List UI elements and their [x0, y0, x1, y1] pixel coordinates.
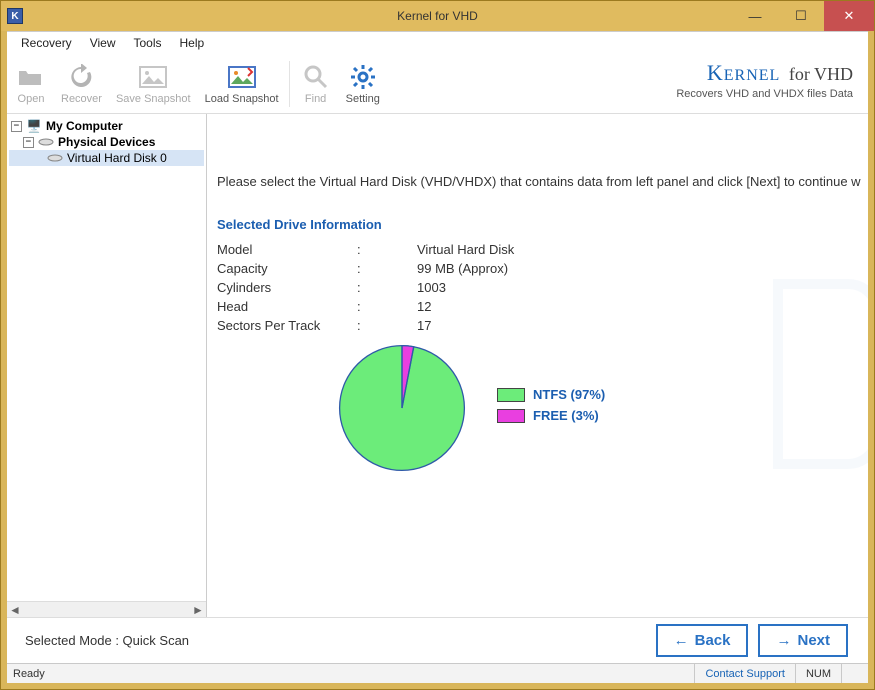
- background-disk-icon: [768, 274, 868, 474]
- tree-label: Virtual Hard Disk 0: [67, 151, 167, 165]
- tree-pane: − 🖥️ My Computer − Physical Devices Virt…: [7, 114, 207, 617]
- toolbar-label: Load Snapshot: [205, 93, 279, 105]
- info-value: 99 MB (Approx): [417, 261, 508, 276]
- scroll-left-icon[interactable]: ◄: [7, 603, 23, 617]
- contact-support-link[interactable]: Contact Support: [705, 668, 785, 680]
- toolbar-label: Setting: [346, 93, 380, 105]
- info-key: Head: [217, 299, 357, 314]
- legend-ntfs: NTFS (97%): [497, 387, 605, 402]
- brand-rest: ERNEL: [724, 67, 781, 84]
- image-icon: [139, 63, 167, 91]
- button-label: Next: [797, 632, 830, 649]
- info-colon: :: [357, 318, 417, 333]
- statusbar: Ready Contact Support NUM: [7, 663, 868, 683]
- collapse-icon[interactable]: −: [23, 137, 34, 148]
- status-num: NUM: [795, 664, 841, 683]
- info-key: Cylinders: [217, 280, 357, 295]
- info-colon: :: [357, 280, 417, 295]
- toolbar-label: Save Snapshot: [116, 93, 191, 105]
- collapse-icon[interactable]: −: [11, 121, 22, 132]
- disk-icon: [38, 136, 54, 148]
- info-value: Virtual Hard Disk: [417, 242, 514, 257]
- search-icon: [302, 63, 330, 91]
- legend-label: FREE (3%): [533, 408, 599, 423]
- brand-logo: KERNEL for VHD Recovers VHD and VHDX fil…: [676, 60, 853, 100]
- button-label: Back: [695, 632, 731, 649]
- section-title: Selected Drive Information: [217, 217, 868, 232]
- tree-label: My Computer: [46, 119, 123, 133]
- find-button: Find: [294, 61, 338, 107]
- toolbar-label: Open: [18, 93, 45, 105]
- toolbar-label: Recover: [61, 93, 102, 105]
- minimize-button[interactable]: —: [732, 1, 778, 31]
- legend-free: FREE (3%): [497, 408, 605, 423]
- pie-legend: NTFS (97%) FREE (3%): [497, 387, 605, 429]
- window-title: Kernel for VHD: [397, 9, 478, 23]
- titlebar[interactable]: K Kernel for VHD — ☐ ✕: [1, 1, 874, 31]
- info-row-model: Model : Virtual Hard Disk: [217, 242, 868, 257]
- save-snapshot-button: Save Snapshot: [110, 61, 197, 107]
- brand-tagline: Recovers VHD and VHDX files Data: [676, 88, 853, 100]
- info-key: Capacity: [217, 261, 357, 276]
- info-colon: :: [357, 299, 417, 314]
- status-ready: Ready: [13, 668, 45, 680]
- app-icon: K: [7, 8, 23, 24]
- toolbar: Open Recover Save Snapshot Load Snapshot: [7, 54, 868, 114]
- status-grip: [841, 664, 862, 683]
- image-load-icon: [228, 63, 256, 91]
- menu-tools[interactable]: Tools: [125, 34, 169, 52]
- legend-label: NTFS (97%): [533, 387, 605, 402]
- toolbar-label: Find: [305, 93, 326, 105]
- info-value: 12: [417, 299, 431, 314]
- recover-button: Recover: [55, 61, 108, 107]
- disk-icon: [47, 152, 63, 164]
- gear-icon: [349, 63, 377, 91]
- instruction-text: Please select the Virtual Hard Disk (VHD…: [217, 174, 868, 189]
- brand-k: K: [707, 60, 724, 85]
- pie-chart: [337, 343, 467, 473]
- close-button[interactable]: ✕: [824, 1, 874, 31]
- info-key: Model: [217, 242, 357, 257]
- refresh-icon: [67, 63, 95, 91]
- selected-mode-text: Selected Mode : Quick Scan: [17, 633, 189, 648]
- info-key: Sectors Per Track: [217, 318, 357, 333]
- next-button[interactable]: → Next: [758, 624, 848, 657]
- arrow-left-icon: ←: [674, 632, 689, 649]
- menu-help[interactable]: Help: [172, 34, 213, 52]
- tree-scrollbar[interactable]: ◄ ►: [7, 601, 206, 617]
- info-value: 17: [417, 318, 431, 333]
- open-button: Open: [9, 61, 53, 107]
- menu-view[interactable]: View: [82, 34, 124, 52]
- legend-swatch-ntfs: [497, 388, 525, 402]
- back-button[interactable]: ← Back: [656, 624, 749, 657]
- menu-recovery[interactable]: Recovery: [13, 34, 80, 52]
- setting-button[interactable]: Setting: [340, 61, 386, 107]
- tree-root[interactable]: − 🖥️ My Computer: [9, 118, 204, 134]
- arrow-right-icon: →: [776, 632, 791, 649]
- info-colon: :: [357, 261, 417, 276]
- folder-open-icon: [17, 63, 45, 91]
- scroll-right-icon[interactable]: ►: [190, 603, 206, 617]
- main-pane: Please select the Virtual Hard Disk (VHD…: [207, 114, 868, 617]
- brand-suffix: for VHD: [784, 64, 853, 84]
- tree-vhd-0[interactable]: Virtual Hard Disk 0: [9, 150, 204, 166]
- tree-label: Physical Devices: [58, 135, 155, 149]
- menubar: Recovery View Tools Help: [7, 32, 868, 54]
- load-snapshot-button[interactable]: Load Snapshot: [199, 61, 285, 107]
- tree-physical-devices[interactable]: − Physical Devices: [9, 134, 204, 150]
- info-colon: :: [357, 242, 417, 257]
- footer: Selected Mode : Quick Scan ← Back → Next: [7, 617, 868, 663]
- maximize-button[interactable]: ☐: [778, 1, 824, 31]
- computer-icon: 🖥️: [26, 120, 42, 132]
- legend-swatch-free: [497, 409, 525, 423]
- toolbar-separator: [289, 61, 290, 107]
- info-value: 1003: [417, 280, 446, 295]
